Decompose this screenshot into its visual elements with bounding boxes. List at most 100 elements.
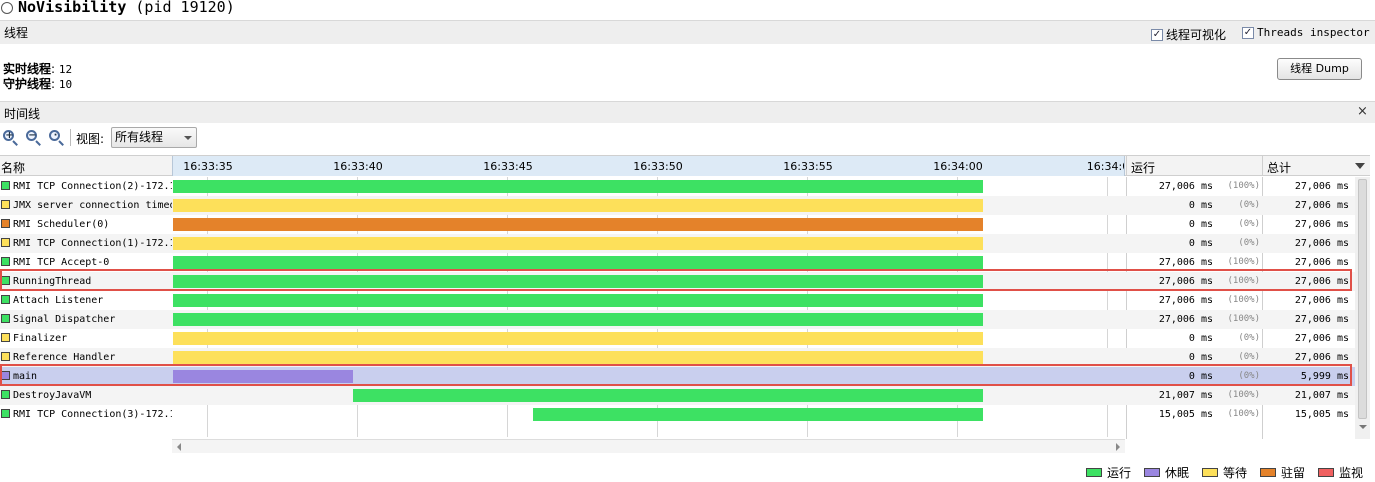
thread-running-percent: (100%) xyxy=(1227,390,1260,400)
thread-running-percent: (0%) xyxy=(1238,238,1260,248)
thread-state-swatch xyxy=(1,181,10,190)
column-header-timeline[interactable]: ^ 16:33:35 16:33:40 16:33:45 16:33:50 16:33:… xyxy=(172,156,1125,176)
legend-label: 休眠 xyxy=(1165,466,1190,480)
column-menu-icon[interactable] xyxy=(1355,163,1365,169)
thread-row[interactable]: RMI Scheduler(0) 0 ms (0%) 27,006 ms xyxy=(0,215,1355,234)
column-divider xyxy=(1262,156,1263,176)
thread-name-text: JMX server connection timeout xyxy=(13,200,172,211)
timeline-table-header: 名称 ^ 16:33:35 16:33:40 16:33:45 16:33:50 16:… xyxy=(0,155,1370,176)
zoom-in-icon[interactable]: + xyxy=(2,129,18,146)
thread-state-swatch xyxy=(1,238,10,247)
thread-state-swatch xyxy=(1,200,10,209)
threads-inspector-checkbox[interactable]: ✓ Threads inspector xyxy=(1242,26,1370,39)
thread-running-percent: (0%) xyxy=(1238,333,1260,343)
thread-running-time: 0 ms xyxy=(1188,219,1213,230)
zoom-fit-icon[interactable]: · xyxy=(48,129,64,146)
thread-state-bar xyxy=(173,332,983,345)
thread-state-swatch xyxy=(1,219,10,228)
legend-swatch xyxy=(1202,468,1218,477)
thread-running-time: 0 ms xyxy=(1188,352,1213,363)
thread-state-swatch xyxy=(1,295,10,304)
thread-name: RMI Scheduler(0) xyxy=(0,217,172,232)
thread-running-time: 0 ms xyxy=(1188,238,1213,249)
thread-name-text: RMI TCP Connection(2)-172.17.0.1 xyxy=(13,181,172,192)
toolbar-separator xyxy=(70,129,71,146)
thread-name: RMI TCP Connection(2)-172.17.0.1 xyxy=(0,179,172,194)
column-header-running[interactable]: 运行 xyxy=(1131,159,1155,176)
thread-running-percent: (0%) xyxy=(1238,219,1260,229)
thread-running-time: 21,007 ms xyxy=(1158,390,1213,401)
view-select-value: 所有线程 xyxy=(115,130,164,144)
column-header-name[interactable]: 名称 xyxy=(1,159,25,176)
timeline-tick-label: 16:33:40 xyxy=(333,160,383,173)
thread-name: Attach Listener xyxy=(0,293,172,308)
daemon-threads-value: 10 xyxy=(58,78,73,91)
thread-running-percent: (100%) xyxy=(1227,181,1260,191)
legend-swatch xyxy=(1144,468,1160,477)
thread-state-bar xyxy=(173,313,983,326)
thread-name: RMI TCP Accept-0 xyxy=(0,255,172,270)
vertical-scrollbar[interactable] xyxy=(1355,177,1370,439)
thread-name-text: Attach Listener xyxy=(13,295,104,306)
thread-total-time: 27,006 ms xyxy=(1294,181,1349,192)
thread-row[interactable]: JMX server connection timeout 0 ms (0%) 27,… xyxy=(0,196,1355,215)
thread-state-bar xyxy=(173,351,983,364)
thread-total-time: 27,006 ms xyxy=(1294,200,1349,211)
legend-label: 等待 xyxy=(1223,466,1248,480)
timeline-tick-label: 16:33:55 xyxy=(783,160,833,173)
thread-name-text: RMI Scheduler(0) xyxy=(13,219,110,230)
visualize-threads-checkbox[interactable]: ✓ 线程可视化 xyxy=(1151,26,1226,43)
thread-row[interactable]: Attach Listener 27,006 ms (100%) 27,006 ms xyxy=(0,291,1355,310)
scroll-down-icon[interactable] xyxy=(1359,425,1367,429)
checkbox-checked-icon: ✓ xyxy=(1242,26,1254,39)
thread-running-percent: (0%) xyxy=(1238,200,1260,210)
horizontal-scrollbar[interactable] xyxy=(172,439,1125,453)
timeline-tick-label: 16:33:45 xyxy=(483,160,533,173)
thread-name-text: RMI TCP Connection(3)-172.17.0.1 xyxy=(13,409,172,420)
thread-running-percent: (100%) xyxy=(1227,314,1260,324)
thread-state-bar xyxy=(173,294,983,307)
thread-name: Finalizer xyxy=(0,331,172,346)
thread-total-time: 27,006 ms xyxy=(1294,295,1349,306)
thread-state-swatch xyxy=(1,352,10,361)
close-icon[interactable]: × xyxy=(1357,104,1368,119)
column-header-total[interactable]: 总计 xyxy=(1267,159,1291,176)
legend-label: 运行 xyxy=(1107,466,1132,480)
thread-row[interactable]: RMI TCP Connection(2)-172.17.0.1 27,006 m… xyxy=(0,177,1355,196)
thread-total-time: 27,006 ms xyxy=(1294,219,1349,230)
thread-row[interactable]: RMI TCP Connection(1)-172.17.0.1 0 ms (0%)… xyxy=(0,234,1355,253)
thread-name-text: DestroyJavaVM xyxy=(13,390,92,401)
legend-swatch xyxy=(1318,468,1334,477)
thread-state-bar xyxy=(533,408,983,421)
thread-total-time: 27,006 ms xyxy=(1294,333,1349,344)
legend-item: 运行 xyxy=(1086,464,1131,481)
thread-row[interactable]: RMI TCP Connection(3)-172.17.0.1 15,005 m… xyxy=(0,405,1355,424)
visualize-threads-label: 线程可视化 xyxy=(1166,28,1227,42)
row-highlight-box xyxy=(0,364,1352,386)
thread-state-bar xyxy=(173,199,983,212)
thread-row[interactable]: DestroyJavaVM 21,007 ms (100%) 21,007 ms xyxy=(0,386,1355,405)
thread-running-time: 0 ms xyxy=(1188,333,1213,344)
thread-state-bar xyxy=(173,180,983,193)
legend-swatch xyxy=(1086,468,1102,477)
checkbox-checked-icon: ✓ xyxy=(1151,28,1163,41)
threads-inspector-label: Threads inspector xyxy=(1257,26,1370,39)
chevron-down-icon xyxy=(184,136,192,140)
scrollbar-thumb[interactable] xyxy=(1358,179,1367,419)
thread-state-swatch xyxy=(1,409,10,418)
live-threads-label: 实时线程 xyxy=(3,62,52,76)
zoom-out-icon[interactable]: − xyxy=(25,129,41,146)
app-title: NoVisibility (pid 19120) xyxy=(18,0,235,16)
thread-state-swatch xyxy=(1,390,10,399)
scroll-left-icon[interactable] xyxy=(177,443,181,451)
thread-running-time: 15,005 ms xyxy=(1158,409,1213,420)
thread-dump-button[interactable]: 线程 Dump xyxy=(1277,58,1362,80)
thread-row[interactable]: Finalizer 0 ms (0%) 27,006 ms xyxy=(0,329,1355,348)
scroll-right-icon[interactable] xyxy=(1116,443,1120,451)
app-pid: (pid 19120) xyxy=(135,0,235,16)
window-title-bar: NoVisibility (pid 19120) xyxy=(0,0,1375,20)
daemon-threads-stat: 守护线程: 10 xyxy=(3,77,73,91)
thread-running-time: 27,006 ms xyxy=(1158,314,1213,325)
thread-row[interactable]: Signal Dispatcher 27,006 ms (100%) 27,006 m… xyxy=(0,310,1355,329)
view-select[interactable]: 所有线程 xyxy=(111,127,197,148)
